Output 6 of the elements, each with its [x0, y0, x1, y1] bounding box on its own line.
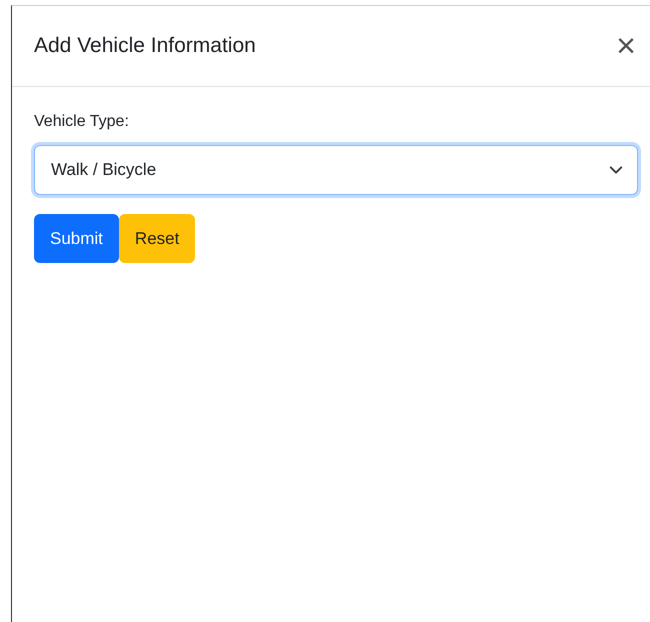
close-button[interactable]: ×	[612, 29, 640, 63]
reset-button[interactable]: Reset	[118, 214, 196, 263]
vehicle-type-select[interactable]: Walk / Bicycle	[34, 145, 638, 195]
field-label: Vehicle Type:	[34, 113, 130, 131]
submit-button[interactable]: Submit	[34, 214, 119, 263]
dialog-title: Add Vehicle Information	[34, 34, 256, 58]
